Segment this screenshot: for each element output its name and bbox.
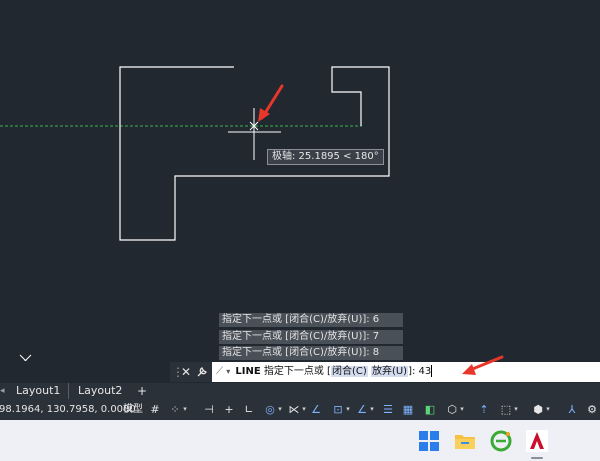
autocad-icon[interactable] [524, 428, 550, 454]
dynamic-input-icon[interactable]: + [221, 401, 237, 418]
wrench-icon[interactable] [194, 362, 210, 382]
command-history-line: 指定下一点或 [闭合(C)/放弃(U)]: 6 [219, 313, 403, 327]
object-snap-tracking-icon[interactable]: ∠ [308, 401, 324, 418]
coordinate-readout[interactable]: 98.1964, 130.7958, 0.0000 [0, 399, 136, 420]
file-explorer-icon[interactable] [452, 428, 478, 454]
selection-cycling-icon[interactable]: ▦ [400, 401, 416, 418]
add-layout-button[interactable]: + [137, 383, 147, 399]
tab-scroll-left-icon[interactable]: ◂ [0, 383, 5, 399]
option-undo[interactable]: 放弃(U) [370, 366, 409, 377]
isodraft-icon[interactable]: ⋉ [286, 401, 302, 418]
osnap-dropdown-icon[interactable]: ▾ [345, 401, 351, 418]
isodraft-dropdown-icon[interactable]: ▾ [301, 401, 307, 418]
object-snap-icon[interactable]: ⊡ [330, 401, 346, 418]
annotation-dropdown-icon[interactable]: ▾ [545, 401, 551, 418]
option-close[interactable]: 闭合(C) [330, 366, 368, 377]
lineweight-dropdown-icon[interactable]: ▾ [369, 401, 375, 418]
status-bar: 98.1964, 130.7958, 0.0000 模型 # ⁘ ▾ ⊣ + ∟… [0, 399, 600, 420]
selection-filter-icon[interactable]: ⇡ [476, 401, 492, 418]
infer-constraints-icon[interactable]: ⊣ [201, 401, 217, 418]
layout-tab-bar: ◂ Layout1 Layout2 + [0, 383, 600, 399]
ucs-dropdown-icon[interactable]: ▾ [459, 401, 465, 418]
drawing-canvas[interactable]: 极轴: 25.1895 < 180° 指定下一点或 [闭合(C)/放弃(U)]:… [0, 0, 600, 361]
command-pencil-icon: ⟋ [216, 366, 223, 377]
lineweight-icon[interactable]: ∠ [354, 401, 370, 418]
tab-layout2[interactable]: Layout2 [78, 383, 122, 399]
windows-start-icon[interactable] [416, 428, 442, 454]
command-prompt: 指定下一点或 [ [263, 366, 331, 377]
polar-tooltip: 极轴: 25.1895 < 180° [267, 149, 384, 165]
gizmo-dropdown-icon[interactable]: ▾ [513, 401, 519, 418]
annotation-scale-icon[interactable]: ⅄ [564, 401, 580, 418]
windows-taskbar [0, 420, 600, 461]
grid-icon[interactable]: # [147, 401, 163, 418]
command-keyword: LINE [235, 366, 261, 377]
workspace-icon[interactable]: ⚙ [584, 401, 600, 418]
browser-icon[interactable] [488, 428, 514, 454]
command-line: ⋮ ✕ ⟋ ▾ LINE 指定下一点或 [闭合(C) 放弃(U)]: 43 [170, 355, 600, 382]
drawing-svg[interactable] [0, 0, 600, 361]
dynamic-ucs-icon[interactable]: ⬡ [444, 401, 460, 418]
tab-layout1[interactable]: Layout1 [16, 383, 60, 399]
close-command-icon[interactable]: ✕ [178, 362, 194, 382]
tab-divider [68, 383, 69, 399]
transparency-icon[interactable]: ☰ [380, 401, 396, 418]
prompt-suffix: ]: [408, 366, 419, 377]
snap-icon[interactable]: ⁘ [167, 401, 183, 418]
annotation-arrow-icon [258, 84, 284, 122]
recent-commands-dropdown-icon[interactable]: ▾ [226, 367, 230, 376]
app-running-indicator [531, 457, 543, 459]
command-history-line: 指定下一点或 [闭合(C)/放弃(U)]: 7 [219, 330, 403, 344]
command-history-line: 指定下一点或 [闭合(C)/放弃(U)]: 8 [219, 346, 403, 360]
polar-dropdown-icon[interactable]: ▾ [277, 401, 283, 418]
ucs-x-icon [19, 354, 32, 361]
3d-osnap-icon[interactable]: ◧ [422, 401, 438, 418]
annotation-arrow-icon [462, 355, 504, 375]
annotation-visibility-icon[interactable]: ⬢ [530, 401, 546, 418]
gizmo-icon[interactable]: ⬚ [498, 401, 514, 418]
command-input[interactable]: ⟋ ▾ LINE 指定下一点或 [闭合(C) 放弃(U)]: 43 [212, 362, 600, 382]
command-value: 43 [418, 366, 432, 377]
model-space-button[interactable]: 模型 [123, 399, 143, 420]
polar-tracking-icon[interactable]: ◎ [262, 401, 278, 418]
ortho-icon[interactable]: ∟ [241, 401, 257, 418]
snap-dropdown-icon[interactable]: ▾ [182, 401, 188, 418]
text-cursor [431, 365, 433, 377]
